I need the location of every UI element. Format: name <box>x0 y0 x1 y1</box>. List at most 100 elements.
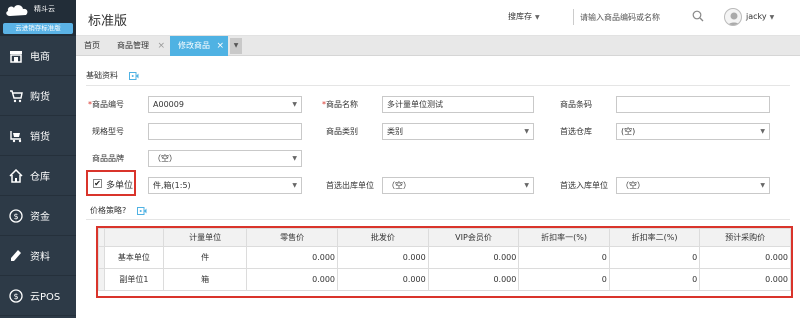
column-header: 零售价 <box>246 228 338 247</box>
tab-edit-product[interactable]: 修改商品 × <box>170 36 228 56</box>
cloud-logo-icon <box>6 5 28 16</box>
chevron-down-icon: ▼ <box>760 182 765 189</box>
multi-unit-label: 多单位 <box>106 181 134 191</box>
sidebar-item-sales[interactable]: 销货 <box>0 116 76 156</box>
sidebar-item-label: 购货 <box>30 92 50 103</box>
table-cell[interactable]: 0.000 <box>427 246 520 269</box>
main-content: 基础资料 *商品编号 A00009 ▼ *商品名称 多计量单位测试 商品条码 规格… <box>76 56 800 318</box>
price-table: 计量单位 零售价 批发价 VIP会员价 折扣率一(%) 折扣率二(%) 预计采购… <box>98 228 791 291</box>
table-row: 副单位1 箱 0.000 0.000 0.000 0 0 0.000 <box>98 268 791 291</box>
sidebar-item-funds[interactable]: $ 资金 <box>0 196 76 236</box>
category-select[interactable]: 类别 ▼ <box>382 123 534 140</box>
page-title: 标准版 <box>88 14 128 29</box>
table-cell[interactable]: 0 <box>608 246 701 269</box>
table-cell: 副单位1 <box>103 268 164 291</box>
divider <box>86 219 790 220</box>
column-header: 折扣率一(%) <box>518 228 610 247</box>
dollar-icon: $ <box>9 288 23 303</box>
svg-text:$: $ <box>13 212 18 221</box>
table-cell[interactable]: 0 <box>518 246 610 269</box>
sidebar-item-label: 仓库 <box>30 172 50 183</box>
brand-name: 精斗云 <box>34 5 55 13</box>
in-unit-label: 首选入库单位 <box>560 181 608 190</box>
barcode-field[interactable] <box>616 96 770 113</box>
section-title-pricing[interactable]: 价格策略? <box>90 205 126 216</box>
store-icon <box>9 49 23 63</box>
close-icon[interactable]: × <box>157 36 165 56</box>
in-unit-select[interactable]: （空） ▼ <box>616 177 770 194</box>
edition-badge: 云进销存标准版 <box>3 23 73 34</box>
sidebar-item-cloud-pos[interactable]: $ 云POS <box>0 276 76 316</box>
svg-text:$: $ <box>13 292 18 301</box>
brand-select[interactable]: （空） ▼ <box>148 150 302 167</box>
chevron-down-icon: ▼ <box>292 101 297 108</box>
product-name-field[interactable]: 多计量单位测试 <box>382 96 534 113</box>
video-icon[interactable] <box>129 72 139 80</box>
table-cell[interactable]: 0.000 <box>246 268 338 291</box>
table-cell[interactable]: 0.000 <box>246 246 338 269</box>
column-header: 批发价 <box>337 228 429 247</box>
top-header: 标准版 搜库存▼ jacky▼ <box>76 0 800 36</box>
table-cell[interactable]: 0.000 <box>337 268 429 291</box>
out-unit-select[interactable]: （空） ▼ <box>382 177 534 194</box>
search-input[interactable] <box>580 9 730 25</box>
table-cell[interactable]: 0 <box>518 268 610 291</box>
sidebar-item-purchase[interactable]: 购货 <box>0 76 76 116</box>
spec-field[interactable] <box>148 123 302 140</box>
product-code-select[interactable]: A00009 ▼ <box>148 96 302 113</box>
logo[interactable]: 精斗云 云进销存标准版 <box>0 0 76 36</box>
tab-more-button[interactable]: ▼ <box>230 38 242 54</box>
out-unit-label: 首选出库单位 <box>326 181 374 190</box>
price-table-highlight: 计量单位 零售价 批发价 VIP会员价 折扣率一(%) 折扣率二(%) 预计采购… <box>96 226 793 298</box>
multi-unit-checkbox[interactable]: ✔ <box>93 179 102 188</box>
chevron-down-icon: ▼ <box>760 128 765 135</box>
sidebar-item-label: 资金 <box>30 212 50 223</box>
sidebar-item-label: 资料 <box>30 252 50 263</box>
sidebar-item-ecommerce[interactable]: 电商 <box>0 36 76 76</box>
table-cell[interactable]: 件 <box>162 246 248 269</box>
category-label: 商品类别 <box>326 127 358 136</box>
chevron-down-icon: ▼ <box>524 128 529 135</box>
chevron-down-icon: ▼ <box>292 182 297 189</box>
user-menu[interactable]: jacky ▼ <box>746 12 774 21</box>
table-row: 基本单位 件 0.000 0.000 0.000 0 0 0.000 <box>98 246 791 269</box>
preferred-warehouse-select[interactable]: (空) ▼ <box>616 123 770 140</box>
cart-out-icon <box>9 129 23 143</box>
unit-select[interactable]: 件,箱(1:5) ▼ <box>148 177 302 194</box>
table-cell[interactable]: 0.000 <box>337 246 429 269</box>
spec-label: 规格型号 <box>92 127 124 136</box>
column-header: VIP会员价 <box>427 228 520 247</box>
caret-down-icon: ▼ <box>233 42 239 49</box>
sidebar: 精斗云 云进销存标准版 电商 购货 销货 仓库 $ 资金 资料 $ 云POS <box>0 0 76 318</box>
chevron-down-icon: ▼ <box>292 155 297 162</box>
barcode-label: 商品条码 <box>560 100 592 109</box>
sidebar-item-label: 云POS <box>30 292 61 303</box>
user-icon <box>727 12 741 25</box>
pencil-icon <box>9 249 23 263</box>
sidebar-item-warehouse[interactable]: 仓库 <box>0 156 76 196</box>
search-scope-label: 搜库存 <box>508 12 532 21</box>
column-header <box>103 228 164 247</box>
cart-icon <box>9 89 23 103</box>
video-icon[interactable] <box>137 207 147 215</box>
username: jacky <box>746 12 767 21</box>
search-icon[interactable] <box>692 10 704 22</box>
tab-label: 商品管理 <box>117 41 149 50</box>
search-scope-dropdown[interactable]: 搜库存 ▼ <box>508 11 540 22</box>
caret-down-icon: ▼ <box>535 14 540 21</box>
table-cell[interactable]: 0 <box>608 268 701 291</box>
avatar[interactable] <box>724 8 742 26</box>
sidebar-item-label: 电商 <box>30 52 50 63</box>
table-cell[interactable]: 0.000 <box>699 246 791 269</box>
tab-label: 修改商品 <box>178 41 210 50</box>
table-cell[interactable]: 0.000 <box>427 268 520 291</box>
close-icon[interactable]: × <box>216 36 224 56</box>
tab-label: 首页 <box>84 41 100 50</box>
tab-home[interactable]: 首页 <box>76 36 108 56</box>
divider <box>573 9 574 25</box>
tab-product-management[interactable]: 商品管理 × <box>109 36 169 56</box>
sidebar-item-data[interactable]: 资料 <box>0 236 76 276</box>
table-header-row: 计量单位 零售价 批发价 VIP会员价 折扣率一(%) 折扣率二(%) 预计采购… <box>98 228 791 247</box>
table-cell[interactable]: 0.000 <box>699 268 791 291</box>
table-cell[interactable]: 箱 <box>162 268 248 291</box>
